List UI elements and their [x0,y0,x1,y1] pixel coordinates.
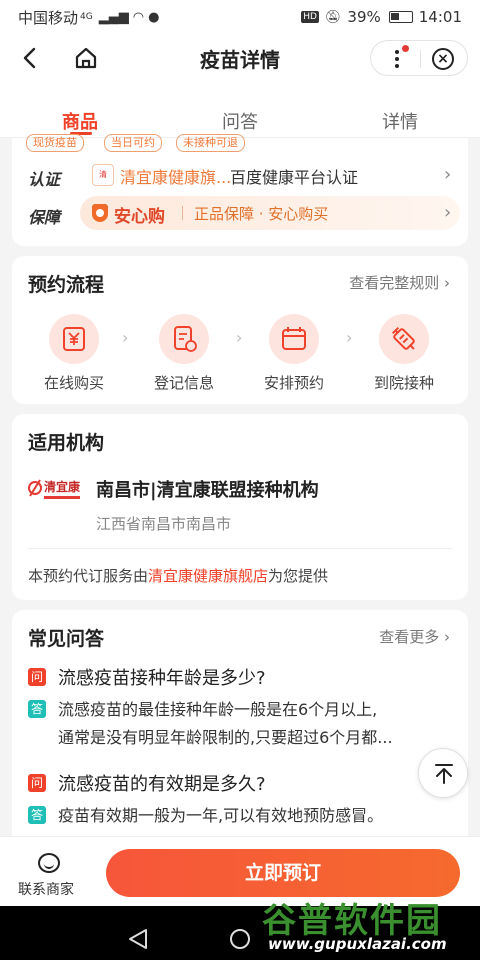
provider-prefix: 本预约代订服务由 [28,567,149,585]
mute-icon: 🔕︎ [324,9,342,25]
view-more-label: 查看更多 [379,628,440,646]
chat-icon: ● [148,9,160,25]
battery-icon [388,11,413,23]
network-label: 4G [80,12,93,22]
mini-app-capsule: × [370,40,468,76]
navigation-bar: 疫苗详情 × [0,34,480,82]
service-provider-text: 本预约代订服务由清宜康健康旗舰店为您提供 [28,565,328,586]
book-now-button[interactable]: 立即预订 [106,849,460,897]
flow-step: 在线购买 [24,314,124,393]
shop-name[interactable]: 清宜康健康旗... [120,164,231,188]
tab-bar: 商品 问答 详情 [0,82,480,138]
calendar-icon [269,314,319,364]
provider-store-link[interactable]: 清宜康健康旗舰店 [148,567,268,585]
answer-badge: 答 [28,806,46,824]
syringe-icon [379,314,429,364]
flow-step: 登记信息 [134,314,234,393]
contact-merchant-button[interactable]: 联系商家 [18,879,74,899]
tab-details[interactable]: 详情 [382,108,418,134]
cert-label: 认证 [28,170,61,189]
chevron-right-icon[interactable]: › [444,164,451,185]
shield-icon [92,204,108,222]
question-badge: 问 [28,774,46,792]
answer-badge: 答 [28,700,46,718]
chevron-right-icon: › [346,328,353,347]
faq-card: 常见问答 查看更多 › 问 流感疫苗接种年龄是多少? 答 流感疫苗的最佳接种年龄… [12,610,468,850]
hd-icon: HD [301,11,319,23]
flow-title: 预约流程 [28,274,105,296]
flow-step-label: 到院接种 [373,374,434,392]
back-to-top-button[interactable] [418,748,468,798]
shop-logo-icon: 清 [92,164,114,186]
institution-logo-text: 清宜康 [44,479,81,494]
view-rules-link[interactable]: 查看完整规则 › [349,272,450,293]
view-rules-label: 查看完整规则 [349,274,440,292]
booking-flow-card: 预约流程 查看完整规则 › 在线购买 › 登记信息 › 安排预约 › 到院接种 [12,256,468,404]
faq-answer-line: 通常是没有明显年龄限制的,只要超过6个月都... [58,728,393,747]
anxingou-badge: 安心购 [114,207,165,227]
faq-question[interactable]: 流感疫苗的有效期是多久? [58,770,266,796]
nav-home-icon[interactable] [230,929,250,949]
tab-goods[interactable]: 商品 [62,108,98,134]
product-info-card: 现货疫苗 当日可约 未接种可退 认证 清 清宜康健康旗... 百度健康平台认证 … [12,134,468,246]
nav-back-icon[interactable] [129,929,147,949]
arrow-up-icon [435,764,453,784]
flow-step: 到院接种 [354,314,454,393]
chat-bubble-icon[interactable] [38,853,60,873]
institution-card: 适用机构 清宜康 南昌市|清宜康联盟接种机构 江西省南昌市南昌市 本预约代订服务… [12,414,468,600]
guarantee-banner[interactable]: 安心购 正品保障 · 安心购买 [80,196,460,230]
chevron-right-icon: › [236,328,243,347]
notification-dot [402,45,409,52]
carrier-label: 中国移动 [18,8,79,27]
institution-title: 适用机构 [28,432,105,454]
flow-step: 安排预约 [244,314,344,393]
institution-address: 江西省南昌市南昌市 [96,515,232,533]
wifi-icon: ◠ [132,9,145,25]
signal-icon: ▂▄▆ [98,9,129,25]
guarantee-label: 保障 [28,208,61,227]
clock: 14:01 [418,8,462,26]
institution-logo: 清宜康 [26,474,84,504]
tag-chip: 现货疫苗 [26,134,84,152]
view-more-link[interactable]: 查看更多 › [379,626,450,647]
capsule-divider [420,50,421,68]
institution-name[interactable]: 南昌市|清宜康联盟接种机构 [96,476,319,502]
watermark: 谷普软件园 www.gupuxlazai.com [262,893,476,955]
form-icon [159,314,209,364]
faq-title: 常见问答 [28,628,105,650]
yuan-icon [49,314,99,364]
close-icon[interactable]: × [432,48,454,70]
flow-step-label: 在线购买 [43,374,104,392]
tag-chip: 未接种可退 [176,134,245,152]
chevron-right-icon[interactable]: › [444,202,451,223]
question-badge: 问 [28,668,46,686]
guarantee-divider [182,206,183,220]
faq-answer-line: 流感疫苗的最佳接种年龄一般是在6个月以上, [58,700,378,719]
tab-qa[interactable]: 问答 [222,108,258,134]
flow-step-label: 安排预约 [263,374,324,392]
faq-question[interactable]: 流感疫苗接种年龄是多少? [58,664,266,690]
battery-percent: 39% [347,8,381,26]
watermark-url: www.gupuxlazai.com [268,935,447,953]
flow-step-label: 登记信息 [153,374,214,392]
chevron-right-icon: › [122,328,129,347]
divider [28,548,452,549]
status-bar: 中国移动 4G ▂▄▆ ◠ ● HD 🔕︎ 39% 14:01 [0,0,480,34]
faq-answer-line: 疫苗有效期一般为一年,可以有效地预防感冒。 [58,806,384,825]
tag-chip: 当日可约 [104,134,162,152]
provider-suffix: 为您提供 [268,567,329,585]
guarantee-text: 正品保障 · 安心购买 [194,205,329,223]
platform-cert-text: 百度健康平台认证 [230,168,359,187]
